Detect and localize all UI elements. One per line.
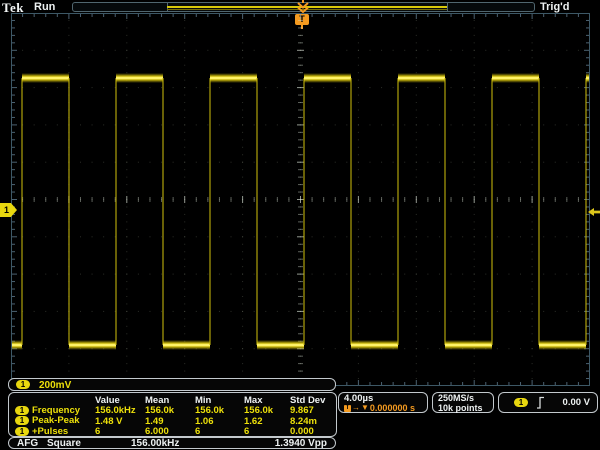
col-header-stddev: Std Dev <box>290 395 336 405</box>
horizontal-readout[interactable]: 4.00µs T→▼0.000000 s <box>338 392 428 413</box>
afg-mode-label: AFG <box>17 438 38 450</box>
rising-edge-icon <box>536 396 545 409</box>
trigger-source-badge: 1 <box>514 398 528 407</box>
measurement-row-pulses[interactable]: 1 +Pulses <box>15 426 95 436</box>
ch1-scale-value: 200mV <box>39 380 71 391</box>
trigger-readout[interactable]: 1 0.00 V <box>498 392 598 413</box>
meas2-source-badge: 1 <box>15 416 29 425</box>
meas1-max: 156.0k <box>244 405 290 415</box>
ch1-waveform <box>11 13 590 386</box>
trigger-position-readout: T→▼0.000000 s <box>344 403 427 413</box>
meas1-value: 156.0kHz <box>95 405 145 415</box>
afg-amplitude: 1.3940 Vpp <box>275 438 327 450</box>
acquisition-readout[interactable]: 250MS/s 10k points <box>432 392 494 413</box>
meas1-source-badge: 1 <box>15 406 29 415</box>
col-header-mean: Mean <box>145 395 195 405</box>
acquisition-status: Run <box>34 1 55 13</box>
measurement-row-peakpeak[interactable]: 1 Peak-Peak <box>15 416 95 426</box>
measurement-table: Value Mean Min Max Std Dev 1 Frequency 1… <box>8 392 337 437</box>
col-header-max: Max <box>244 395 290 405</box>
meas1-name: Frequency <box>32 405 80 416</box>
afg-function-label: Square <box>47 438 81 450</box>
meas1-min: 156.0k <box>195 405 244 415</box>
record-view-right-bracket <box>447 3 448 11</box>
record-length: 10k points <box>438 403 483 413</box>
trigger-level-value: 0.00 V <box>563 397 590 408</box>
meas2-mean: 1.49 <box>145 416 195 426</box>
trigger-t-icon: T <box>344 405 351 412</box>
meas1-mean: 156.0k <box>145 405 195 415</box>
measurement-row-frequency[interactable]: 1 Frequency <box>15 405 95 415</box>
meas3-min: 6 <box>195 426 244 436</box>
meas2-name: Peak-Peak <box>32 415 80 426</box>
afg-frequency: 156.00kHz <box>131 438 179 450</box>
meas2-min: 1.06 <box>195 416 244 426</box>
trigger-position-icon[interactable] <box>296 0 310 13</box>
meas2-value: 1.48 V <box>95 416 145 426</box>
sample-rate: 250MS/s <box>438 393 474 403</box>
triangle-down-icon: ▼ <box>361 403 369 413</box>
meas3-max: 6 <box>244 426 290 436</box>
horizontal-scale: 4.00µs <box>344 394 427 403</box>
meas3-name: +Pulses <box>32 426 68 437</box>
meas3-value: 6 <box>95 426 145 436</box>
meas2-max: 1.62 <box>244 416 290 426</box>
col-header-min: Min <box>195 395 244 405</box>
trigger-status: Trig'd <box>540 1 570 13</box>
oscilloscope-screen: Tek Run Trig'd T 1 1 <box>0 0 600 450</box>
meas3-mean: 6.000 <box>145 426 195 436</box>
meas3-stddev: 0.000 <box>290 426 336 436</box>
trigger-level-marker-icon[interactable] <box>588 207 600 217</box>
meas1-stddev: 9.867 <box>290 405 336 415</box>
ch1-scale-readout[interactable]: 1 200mV <box>8 378 336 391</box>
meas3-source-badge: 1 <box>15 427 29 436</box>
measurement-corner <box>15 395 95 405</box>
trigger-position-value: 0.000000 s <box>370 403 415 413</box>
meas2-stddev: 8.24m <box>290 416 336 426</box>
afg-status-bar[interactable]: AFG Square 156.00kHz 1.3940 Vpp <box>8 437 336 449</box>
col-header-value: Value <box>95 395 145 405</box>
ch1-badge: 1 <box>16 380 30 389</box>
arrow-right-icon: → <box>352 403 360 413</box>
